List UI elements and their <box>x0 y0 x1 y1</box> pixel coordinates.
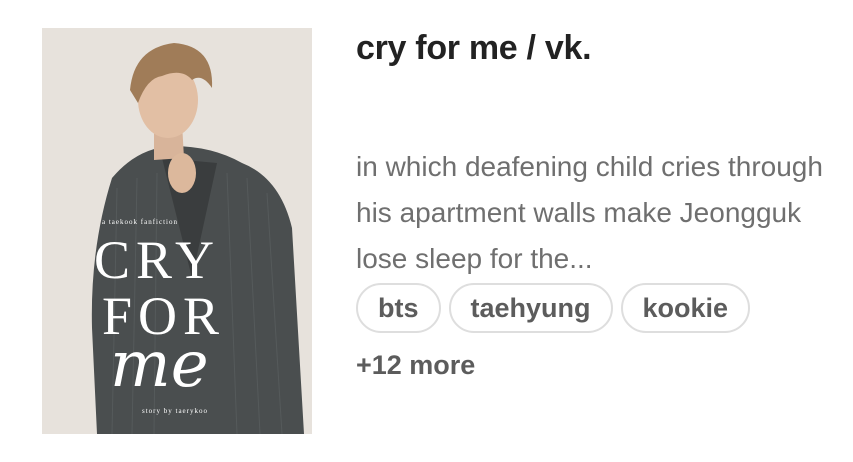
tag-taehyung[interactable]: taehyung <box>448 283 613 333</box>
story-description: in which deafening child cries through h… <box>356 151 823 274</box>
cover-image[interactable]: a taekook fanfiction CRY FOR me story by… <box>42 28 312 434</box>
cover-byline: story by taerykoo <box>142 407 208 415</box>
cover-title-line1: CRY <box>94 230 220 290</box>
tag-kookie[interactable]: kookie <box>620 283 751 333</box>
cover-title-line3: me <box>110 328 209 402</box>
story-title[interactable]: cry for me / vk. <box>356 26 836 70</box>
tag-bts[interactable]: bts <box>356 283 441 333</box>
story-info: cry for me / vk. in which deafening chil… <box>356 26 836 282</box>
tag-list: bts taehyung kookie <box>356 283 751 333</box>
cover-subtitle: a taekook fanfiction <box>102 218 178 226</box>
cover-illustration: a taekook fanfiction CRY FOR me story by… <box>42 28 312 434</box>
story-card[interactable]: a taekook fanfiction CRY FOR me story by… <box>0 0 853 462</box>
more-tags-link[interactable]: +12 more <box>356 350 475 381</box>
